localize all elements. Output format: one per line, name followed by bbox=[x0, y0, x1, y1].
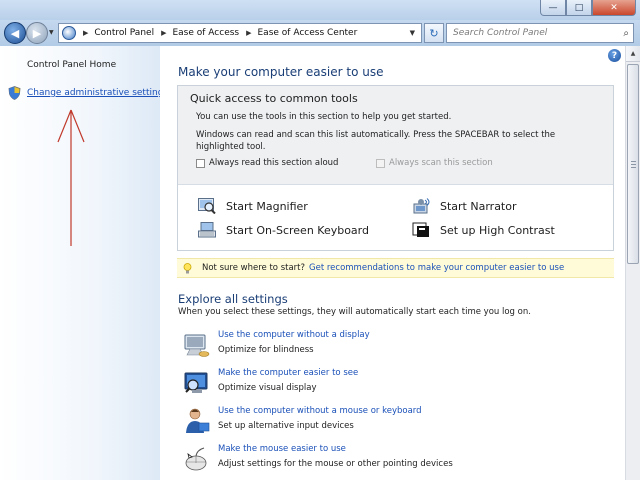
address-dropdown-icon[interactable]: ▼ bbox=[410, 29, 415, 37]
page-title: Make your computer easier to use bbox=[178, 65, 384, 79]
make-easier-to-see-link[interactable]: Make the computer easier to see bbox=[218, 368, 358, 378]
control-panel-home-link[interactable]: Control Panel Home bbox=[27, 60, 116, 70]
breadcrumb-separator-icon[interactable]: ▶ bbox=[83, 29, 88, 37]
checkbox-box[interactable] bbox=[196, 158, 205, 168]
quick-access-panel: Quick access to common tools You can use… bbox=[177, 85, 614, 251]
quick-access-description: You can use the tools in this section to… bbox=[196, 112, 452, 122]
lightbulb-icon bbox=[183, 262, 192, 274]
breadcrumb-ease-of-access-center[interactable]: Ease of Access Center bbox=[258, 28, 358, 38]
breadcrumb-ease-of-access[interactable]: Ease of Access bbox=[172, 28, 239, 38]
checkbox-label: Always scan this section bbox=[389, 158, 493, 168]
admin-link-label: Change administrative settings bbox=[27, 88, 169, 98]
search-input[interactable] bbox=[453, 28, 613, 38]
maximize-button[interactable]: □ bbox=[566, 0, 592, 16]
navigation-bar: ◀ ▶ ▼ ▶ Control Panel ▶ Ease of Access ▶… bbox=[0, 20, 640, 46]
mouse-icon bbox=[184, 446, 210, 472]
address-bar[interactable]: ▶ Control Panel ▶ Ease of Access ▶ Ease … bbox=[58, 23, 422, 43]
search-box[interactable]: ⌕ bbox=[446, 23, 634, 43]
scroll-up-button[interactable]: ▲ bbox=[626, 46, 640, 62]
explore-subtitle: When you select these settings, they wil… bbox=[178, 307, 531, 317]
refresh-button[interactable]: ↻ bbox=[424, 23, 444, 43]
always-read-aloud-checkbox[interactable]: Always read this section aloud bbox=[196, 158, 338, 168]
setting-without-display: Use the computer without a display Optim… bbox=[184, 330, 584, 364]
title-bar: — □ ✕ bbox=[0, 0, 640, 20]
uac-shield-icon bbox=[8, 86, 21, 100]
scrollbar-grip-icon bbox=[631, 161, 636, 169]
make-mouse-easier-link[interactable]: Make the mouse easier to use bbox=[218, 444, 346, 454]
minimize-button[interactable]: — bbox=[540, 0, 566, 16]
scrollbar-thumb[interactable] bbox=[627, 64, 639, 264]
narrator-icon bbox=[412, 198, 430, 214]
quick-access-instructions: Windows can read and scan this list auto… bbox=[196, 130, 556, 152]
tool-label: Start Narrator bbox=[440, 199, 517, 213]
magnifier-icon bbox=[198, 198, 216, 215]
tool-label: Set up High Contrast bbox=[440, 223, 555, 237]
setting-description: Set up alternative input devices bbox=[218, 421, 354, 431]
window-controls: — □ ✕ bbox=[540, 0, 636, 16]
back-arrow-icon: ◀ bbox=[10, 26, 20, 40]
start-on-screen-keyboard-button[interactable]: Start On-Screen Keyboard bbox=[198, 222, 369, 238]
red-annotation-arrow bbox=[57, 109, 85, 246]
setting-description: Adjust settings for the mouse or other p… bbox=[218, 459, 453, 469]
left-navigation-pane: Control Panel Home Change administrative… bbox=[0, 46, 168, 480]
help-icon[interactable]: ? bbox=[608, 49, 621, 62]
forward-button[interactable]: ▶ bbox=[26, 22, 48, 44]
checkbox-label: Always read this section aloud bbox=[209, 158, 339, 168]
get-recommendations-link[interactable]: Get recommendations to make your compute… bbox=[309, 263, 564, 273]
setting-without-mouse-keyboard: Use the computer without a mouse or keyb… bbox=[184, 406, 584, 440]
tip-question: Not sure where to start? bbox=[202, 263, 306, 273]
recommendation-tip-bar: Not sure where to start? Get recommendat… bbox=[177, 258, 614, 278]
setting-easier-to-see: Make the computer easier to see Optimize… bbox=[184, 368, 584, 402]
setting-description: Optimize for blindness bbox=[218, 345, 314, 355]
checkbox-box[interactable] bbox=[376, 158, 385, 168]
person-input-icon bbox=[184, 408, 210, 434]
back-button[interactable]: ◀ bbox=[4, 22, 26, 44]
tool-label: Start Magnifier bbox=[226, 199, 308, 213]
control-panel-icon bbox=[62, 26, 76, 40]
breadcrumb-separator-icon[interactable]: ▶ bbox=[246, 29, 251, 37]
setting-mouse-easier: Make the mouse easier to use Adjust sett… bbox=[184, 444, 584, 478]
start-magnifier-button[interactable]: Start Magnifier bbox=[198, 198, 308, 215]
close-button[interactable]: ✕ bbox=[592, 0, 636, 16]
search-icon[interactable]: ⌕ bbox=[623, 28, 629, 39]
setting-description: Optimize visual display bbox=[218, 383, 317, 393]
vertical-scrollbar[interactable]: ▲ bbox=[625, 46, 640, 480]
use-without-display-link[interactable]: Use the computer without a display bbox=[218, 330, 370, 340]
change-administrative-settings-link[interactable]: Change administrative settings bbox=[8, 86, 168, 100]
breadcrumb-separator-icon[interactable]: ▶ bbox=[161, 29, 166, 37]
keyboard-icon bbox=[198, 222, 216, 238]
quick-access-title: Quick access to common tools bbox=[190, 92, 358, 105]
set-up-high-contrast-button[interactable]: Set up High Contrast bbox=[412, 222, 555, 238]
recent-pages-dropdown-icon[interactable]: ▼ bbox=[49, 29, 54, 36]
refresh-icon: ↻ bbox=[429, 26, 439, 40]
breadcrumb-control-panel[interactable]: Control Panel bbox=[94, 28, 154, 38]
quick-access-header: Quick access to common tools You can use… bbox=[178, 86, 613, 185]
explore-all-settings-heading: Explore all settings bbox=[178, 292, 288, 306]
start-narrator-button[interactable]: Start Narrator bbox=[412, 198, 517, 214]
scroll-up-icon: ▲ bbox=[630, 50, 636, 57]
forward-arrow-icon: ▶ bbox=[32, 26, 42, 40]
monitor-speaker-icon bbox=[184, 332, 210, 358]
monitor-magnify-icon bbox=[184, 370, 210, 396]
high-contrast-icon bbox=[412, 222, 430, 238]
tool-label: Start On-Screen Keyboard bbox=[226, 223, 369, 237]
main-content: ? Make your computer easier to use Quick… bbox=[160, 46, 625, 480]
use-without-mouse-keyboard-link[interactable]: Use the computer without a mouse or keyb… bbox=[218, 406, 422, 416]
always-scan-checkbox[interactable]: Always scan this section bbox=[376, 158, 493, 168]
